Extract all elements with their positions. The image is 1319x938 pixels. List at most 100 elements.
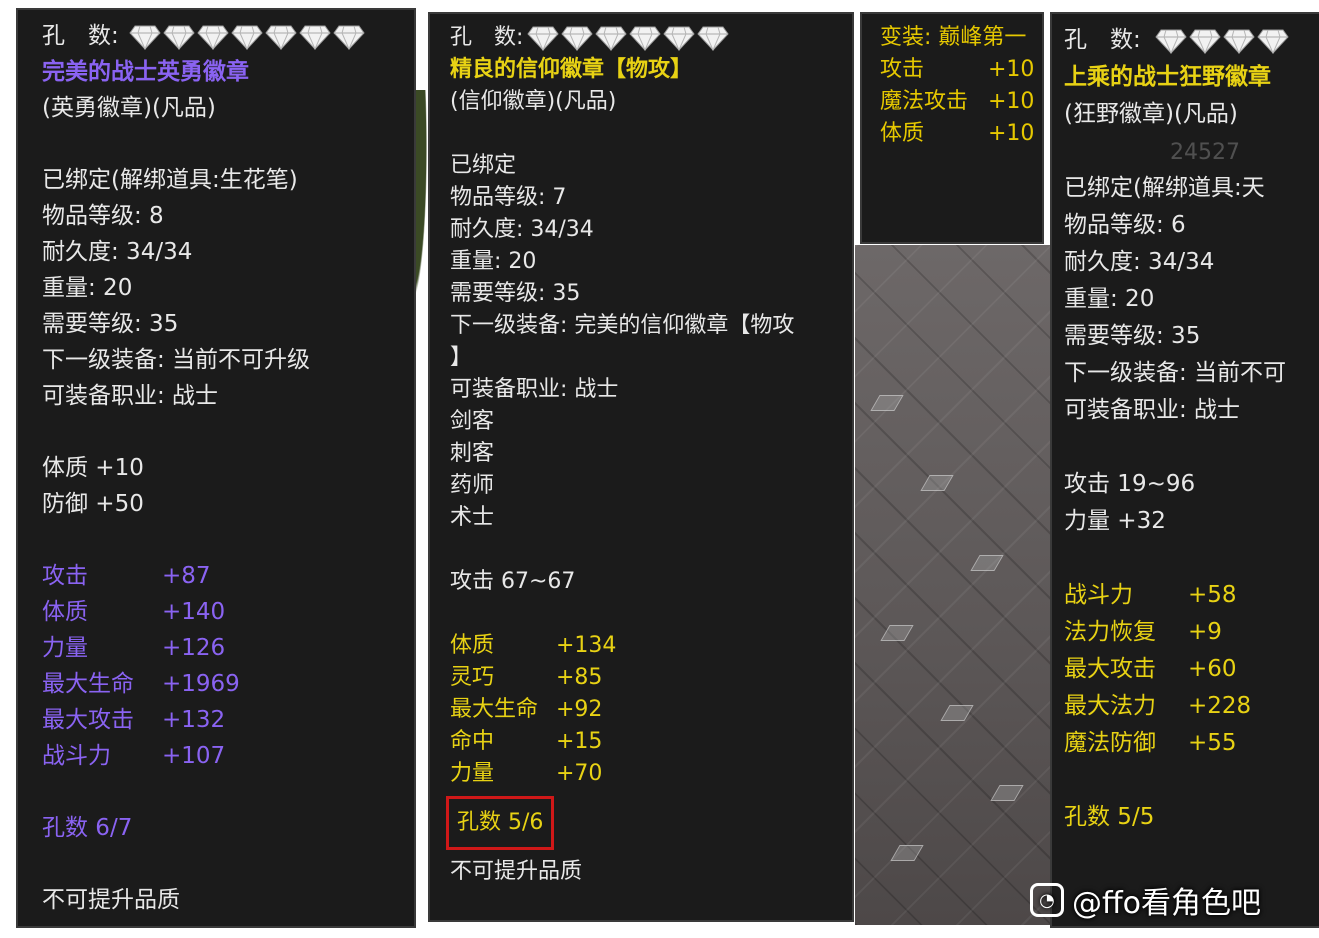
stat-name: 最大生命 bbox=[42, 671, 134, 697]
item-name: 上乘的战士狂野徽章 bbox=[1064, 64, 1271, 90]
diamond-gem-icon bbox=[1257, 29, 1289, 54]
quality-footer: 不可提升品质 bbox=[450, 859, 583, 884]
stat-name: 战斗力 bbox=[42, 743, 111, 769]
stat-name: 攻击 bbox=[880, 57, 925, 82]
stat-value: +132 bbox=[162, 707, 226, 733]
stat-name: 最大攻击 bbox=[42, 707, 134, 733]
stat-value: +85 bbox=[556, 665, 603, 690]
equippable-class-extra: 剑客 bbox=[450, 409, 495, 434]
equippable-class: 可装备职业: 战士 bbox=[450, 377, 619, 402]
bound-status: 已绑定(解绑道具:天 bbox=[1064, 175, 1265, 201]
extra-stat: 战斗力 +107 bbox=[42, 738, 414, 774]
equippable-class-extra: 术士 bbox=[450, 505, 495, 530]
item-level: 物品等级: 6 bbox=[1064, 212, 1186, 238]
stat-name: 命中 bbox=[450, 729, 495, 754]
diamond-gem-icon bbox=[527, 26, 559, 51]
diamond-gem-icon bbox=[299, 25, 331, 50]
durability: 耐久度: 34/34 bbox=[42, 239, 193, 265]
stat-value: +126 bbox=[162, 635, 226, 661]
stat-value: +10 bbox=[988, 89, 1035, 114]
tooltip-panel-brave-badge: 孔 数: 完美的战士英勇徽章 (英勇徽章)(凡品) 已绑定(解绑道具:生花笔) … bbox=[16, 8, 416, 928]
equippable-class: 可装备职业: 战士 bbox=[42, 383, 219, 409]
item-level: 物品等级: 7 bbox=[450, 185, 567, 210]
hole-row: 孔 数: bbox=[450, 22, 852, 54]
equippable-class-extra: 刺客 bbox=[450, 441, 495, 466]
hole-row: 孔 数: bbox=[42, 18, 414, 54]
stat-value: +15 bbox=[556, 729, 603, 754]
item-type: (信仰徽章)(凡品) bbox=[450, 89, 617, 114]
tooltip-panel-faith-badge: 孔 数: 精良的信仰徽章【物攻】 (信仰徽章)(凡品) 已绑定 物品等级: 7 … bbox=[428, 12, 854, 922]
stat-value: +92 bbox=[556, 697, 603, 722]
next-equipment-continued: 】 bbox=[450, 345, 473, 370]
stat-value: +60 bbox=[1188, 656, 1237, 682]
stat-value: +87 bbox=[162, 563, 211, 589]
next-equipment: 下一级装备: 当前不可升级 bbox=[42, 347, 311, 373]
stat-name: 魔法防御 bbox=[1064, 730, 1156, 756]
weight: 重量: 20 bbox=[450, 249, 537, 274]
diamond-gem-icon bbox=[197, 25, 229, 50]
extra-stat: 命中 +15 bbox=[450, 726, 852, 758]
required-level: 需要等级: 35 bbox=[1064, 323, 1201, 349]
extra-stat: 魔法防御 +55 bbox=[1064, 725, 1319, 762]
diamond-gem-icon bbox=[231, 25, 263, 50]
watermark: ◔ @ffo看角色吧 bbox=[1030, 878, 1261, 922]
durability: 耐久度: 34/34 bbox=[1064, 249, 1215, 275]
stat-value: +58 bbox=[1188, 582, 1237, 608]
diamond-gem-icon bbox=[1155, 29, 1187, 54]
costume-stat: 体质 +10 bbox=[880, 118, 1042, 150]
diamond-gem-icon bbox=[333, 25, 365, 50]
stat-value: +228 bbox=[1188, 693, 1252, 719]
watermark-text: @ffo看角色吧 bbox=[1072, 886, 1262, 921]
extra-stat: 最大生命 +1969 bbox=[42, 666, 414, 702]
extra-stat: 最大攻击 +132 bbox=[42, 702, 414, 738]
diamond-gem-icon bbox=[265, 25, 297, 50]
attack-stat: 攻击 67~67 bbox=[450, 569, 576, 594]
extra-stat: 灵巧 +85 bbox=[450, 662, 852, 694]
stat-value: +9 bbox=[1188, 619, 1222, 645]
hole-count: 孔数 5/5 bbox=[1064, 804, 1155, 830]
hole-label: 孔 数: bbox=[42, 23, 119, 49]
stat-value: +10 bbox=[988, 121, 1035, 146]
base-stat: 体质 +10 bbox=[42, 455, 144, 481]
costume-stat: 攻击 +10 bbox=[880, 54, 1042, 86]
tooltip-panel-wild-badge: 24527 孔 数: 上乘的战士狂野徽章 (狂野徽章)(凡品) 已绑定(解绑道具… bbox=[1050, 12, 1319, 928]
stat-name: 最大法力 bbox=[1064, 693, 1156, 719]
extra-stat: 体质 +134 bbox=[450, 630, 852, 662]
stat-name: 最大攻击 bbox=[1064, 656, 1156, 682]
diamond-gem-icon bbox=[629, 26, 661, 51]
background-value: 24527 bbox=[1170, 140, 1240, 165]
hole-count-highlight: 孔数 5/6 bbox=[446, 796, 555, 850]
weight: 重量: 20 bbox=[42, 275, 133, 301]
stat-value: +55 bbox=[1188, 730, 1237, 756]
base-stat: 防御 +50 bbox=[42, 491, 144, 517]
diamond-gem-icon bbox=[561, 26, 593, 51]
stat-name: 体质 bbox=[880, 121, 925, 146]
costume-title: 变装: 巅峰第一 bbox=[880, 25, 1027, 50]
stat-name: 灵巧 bbox=[450, 665, 495, 690]
equippable-class-extra: 药师 bbox=[450, 473, 495, 498]
extra-stat: 法力恢复 +9 bbox=[1064, 614, 1319, 651]
stat-name: 体质 bbox=[450, 633, 495, 658]
diamond-gem-icon bbox=[697, 26, 729, 51]
tooltip-panel-costume: 变装: 巅峰第一 攻击 +10 魔法攻击 +10 体质 +10 bbox=[860, 12, 1044, 244]
extra-stat: 攻击 +87 bbox=[42, 558, 414, 594]
stat-value: +134 bbox=[556, 633, 617, 658]
stat-name: 体质 bbox=[42, 599, 88, 625]
attack-stat: 攻击 19~96 bbox=[1064, 471, 1196, 497]
stat-name: 魔法攻击 bbox=[880, 89, 969, 114]
stat-name: 最大生命 bbox=[450, 697, 539, 722]
extra-stat: 力量 +70 bbox=[450, 758, 852, 790]
game-floor-background bbox=[855, 245, 1050, 925]
gem-icons bbox=[1155, 28, 1289, 54]
hole-label: 孔 数: bbox=[450, 25, 524, 50]
required-level: 需要等级: 35 bbox=[450, 281, 581, 306]
stat-value: +140 bbox=[162, 599, 226, 625]
diamond-gem-icon bbox=[163, 25, 195, 50]
stat-name: 法力恢复 bbox=[1064, 619, 1156, 645]
stat-value: +70 bbox=[556, 761, 603, 786]
diamond-gem-icon bbox=[1189, 29, 1221, 54]
extra-stat: 战斗力 +58 bbox=[1064, 577, 1319, 614]
stat-name: 力量 bbox=[450, 761, 495, 786]
hole-row: 孔 数: bbox=[1064, 22, 1319, 59]
item-type: (狂野徽章)(凡品) bbox=[1064, 101, 1238, 127]
